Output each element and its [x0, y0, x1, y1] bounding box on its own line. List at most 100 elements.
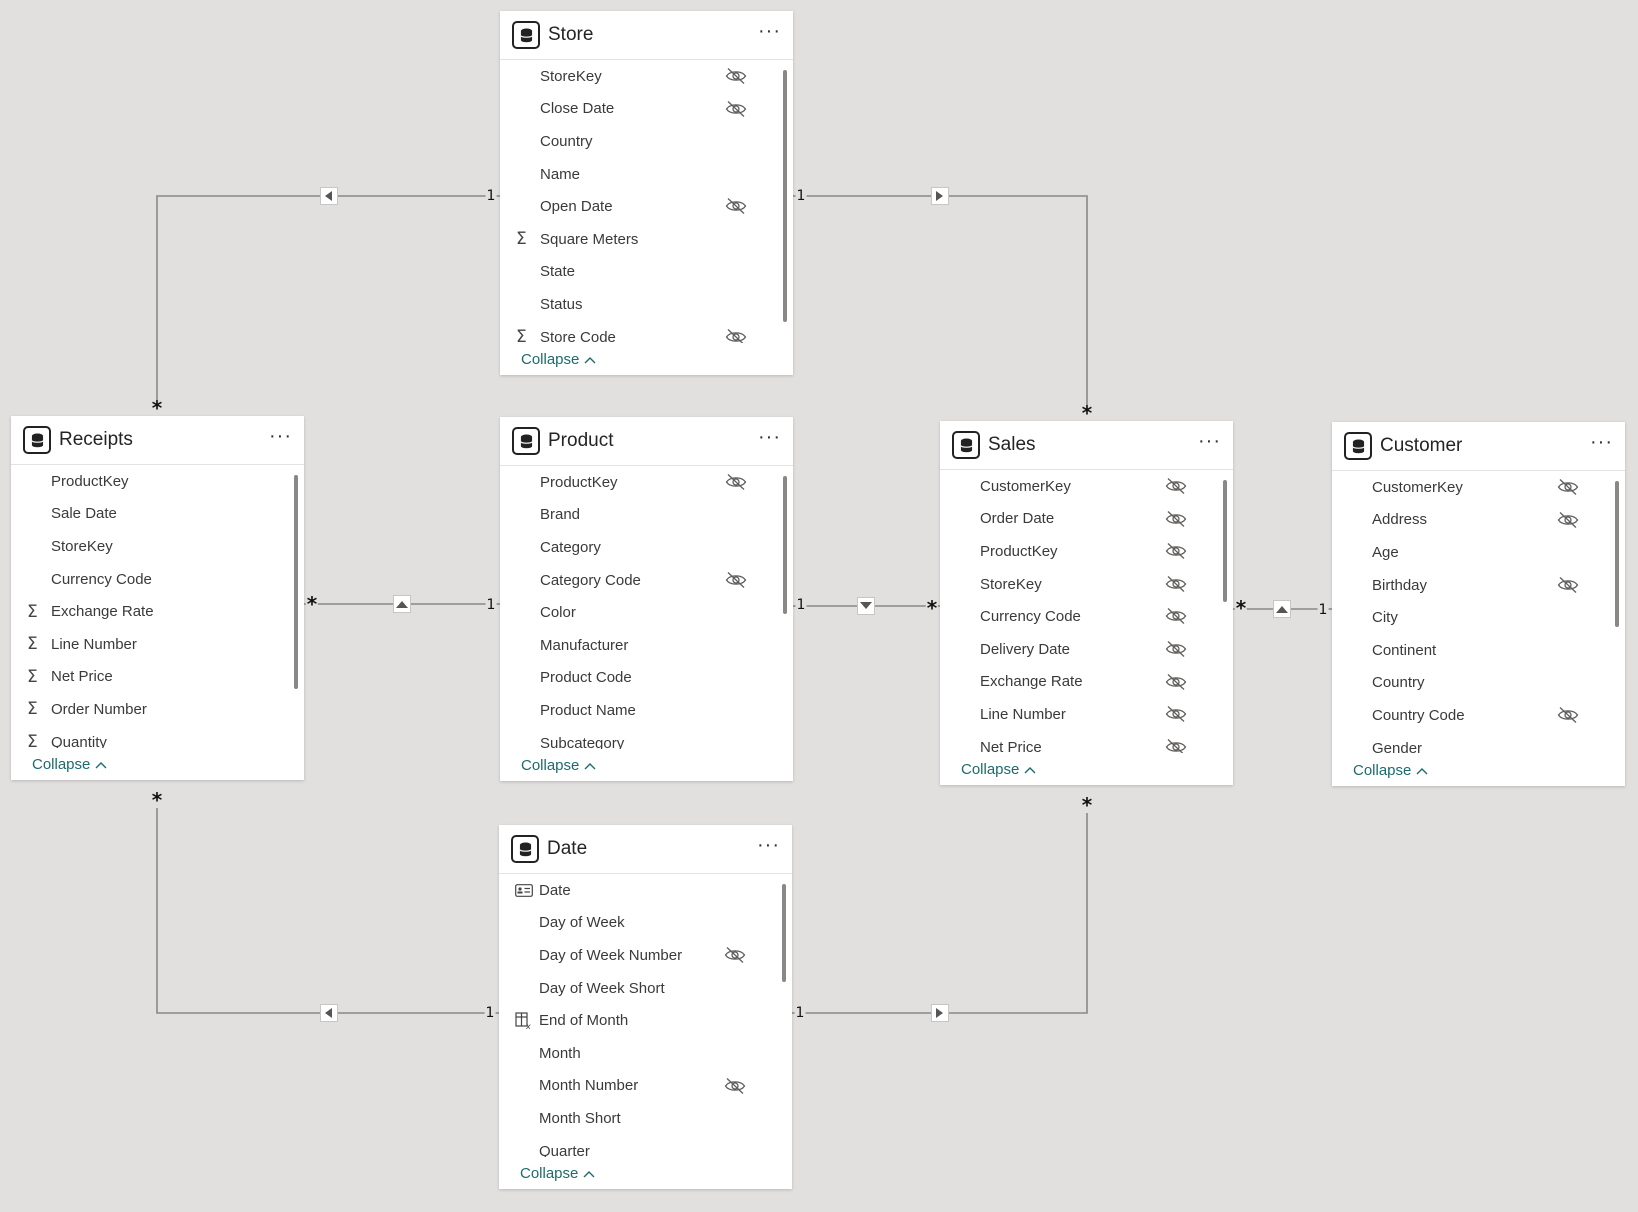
hidden-eye-icon[interactable] — [725, 100, 747, 118]
table-header[interactable]: Store ··· — [500, 11, 793, 60]
field-item[interactable]: Σ Exchange Rate — [11, 595, 304, 628]
field-item[interactable]: Σ Store Code — [500, 321, 793, 343]
table-card-sales[interactable]: Sales ··· CustomerKey Order Date ProductKey S… — [940, 421, 1233, 785]
hidden-eye-icon[interactable] — [724, 946, 746, 964]
hidden-eye-icon[interactable] — [1165, 673, 1187, 691]
scrollbar[interactable] — [294, 475, 298, 689]
field-item[interactable]: Country — [1332, 667, 1625, 700]
hidden-eye-icon[interactable] — [1165, 738, 1187, 753]
field-item[interactable]: Category — [500, 531, 793, 564]
scrollbar[interactable] — [783, 70, 787, 322]
hidden-eye-icon[interactable] — [1165, 575, 1187, 593]
filter-direction-up-icon[interactable] — [1273, 600, 1291, 618]
filter-direction-up-icon[interactable] — [393, 595, 411, 613]
field-list[interactable]: CustomerKey Address Age Birthday City Contine… — [1332, 471, 1625, 754]
hidden-eye-icon[interactable] — [724, 1077, 746, 1095]
field-list[interactable]: ProductKey Sale Date StoreKey Currency Code… — [11, 465, 304, 748]
hidden-eye-icon[interactable] — [1557, 478, 1579, 496]
filter-direction-left-icon[interactable] — [320, 187, 338, 205]
table-card-date[interactable]: Date ··· Date Day of Week Day of Week Number… — [499, 825, 792, 1189]
more-options-icon[interactable]: ··· — [269, 426, 292, 449]
more-options-icon[interactable]: ··· — [1198, 431, 1221, 454]
field-item[interactable]: Σ Net Price — [11, 661, 304, 694]
field-item[interactable]: Address — [1332, 504, 1625, 537]
collapse-link[interactable]: Collapse — [940, 753, 1233, 785]
field-item[interactable]: Σ Quantity — [11, 726, 304, 748]
table-header[interactable]: Receipts ··· — [11, 416, 304, 465]
scrollbar[interactable] — [1615, 481, 1619, 627]
field-item[interactable]: StoreKey — [940, 568, 1233, 601]
scrollbar[interactable] — [783, 476, 787, 614]
filter-direction-right-icon[interactable] — [931, 1004, 949, 1022]
scrollbar[interactable] — [782, 884, 786, 982]
field-item[interactable]: Quarter — [499, 1135, 792, 1157]
field-item[interactable]: Close Date — [500, 93, 793, 126]
table-header[interactable]: Product ··· — [500, 417, 793, 466]
field-item[interactable]: Color — [500, 596, 793, 629]
filter-direction-down-icon[interactable] — [857, 597, 875, 615]
hidden-eye-icon[interactable] — [1165, 477, 1187, 495]
field-item[interactable]: Month Number — [499, 1070, 792, 1103]
field-item[interactable]: Product Code — [500, 662, 793, 695]
field-item[interactable]: ProductKey — [940, 535, 1233, 568]
field-item[interactable]: Continent — [1332, 634, 1625, 667]
hidden-eye-icon[interactable] — [725, 67, 747, 85]
field-item[interactable]: Line Number — [940, 698, 1233, 731]
field-item[interactable]: Sale Date — [11, 498, 304, 531]
field-item[interactable]: Product Name — [500, 694, 793, 727]
field-item[interactable]: Day of Week Short — [499, 972, 792, 1005]
table-header[interactable]: Customer ··· — [1332, 422, 1625, 471]
field-item[interactable]: Country Code — [1332, 699, 1625, 732]
table-header[interactable]: Sales ··· — [940, 421, 1233, 470]
field-list[interactable]: Date Day of Week Day of Week Number Day of … — [499, 874, 792, 1157]
field-item[interactable]: Σ Order Number — [11, 693, 304, 726]
hidden-eye-icon[interactable] — [1165, 607, 1187, 625]
table-header[interactable]: Date ··· — [499, 825, 792, 874]
field-item[interactable]: Delivery Date — [940, 633, 1233, 666]
field-item[interactable]: Open Date — [500, 190, 793, 223]
table-card-store[interactable]: Store ··· StoreKey Close Date Country Name Ope… — [500, 11, 793, 375]
more-options-icon[interactable]: ··· — [757, 835, 780, 858]
model-canvas[interactable]: 1 * 1 * 1 * 1 * 1 * 1 * 1 * Store ··· Stor… — [0, 0, 1638, 1212]
collapse-link[interactable]: Collapse — [499, 1157, 792, 1189]
field-item[interactable]: Month Short — [499, 1102, 792, 1135]
field-item[interactable]: Currency Code — [11, 563, 304, 596]
field-item[interactable]: Status — [500, 288, 793, 321]
hidden-eye-icon[interactable] — [1165, 640, 1187, 658]
hidden-eye-icon[interactable] — [1557, 511, 1579, 529]
collapse-link[interactable]: Collapse — [1332, 754, 1625, 786]
field-list[interactable]: ProductKey Brand Category Category Code Colo… — [500, 466, 793, 749]
field-item[interactable]: Order Date — [940, 503, 1233, 536]
filter-direction-right-icon[interactable] — [931, 187, 949, 205]
hidden-eye-icon[interactable] — [1557, 576, 1579, 594]
filter-direction-left-icon[interactable] — [320, 1004, 338, 1022]
collapse-link[interactable]: Collapse — [11, 748, 304, 780]
field-item[interactable]: Date — [499, 874, 792, 907]
field-item[interactable]: ProductKey — [11, 465, 304, 498]
more-options-icon[interactable]: ··· — [758, 427, 781, 450]
more-options-icon[interactable]: ··· — [758, 21, 781, 44]
field-item[interactable]: x End of Month — [499, 1004, 792, 1037]
field-item[interactable]: Σ Square Meters — [500, 223, 793, 256]
field-list[interactable]: CustomerKey Order Date ProductKey StoreKey C… — [940, 470, 1233, 753]
field-item[interactable]: City — [1332, 601, 1625, 634]
hidden-eye-icon[interactable] — [725, 328, 747, 343]
more-options-icon[interactable]: ··· — [1590, 432, 1613, 455]
hidden-eye-icon[interactable] — [1165, 542, 1187, 560]
field-item[interactable]: Country — [500, 125, 793, 158]
hidden-eye-icon[interactable] — [1165, 705, 1187, 723]
field-item[interactable]: Category Code — [500, 564, 793, 597]
field-item[interactable]: Σ Line Number — [11, 628, 304, 661]
field-item[interactable]: Month — [499, 1037, 792, 1070]
field-item[interactable]: Manufacturer — [500, 629, 793, 662]
field-item[interactable]: State — [500, 256, 793, 289]
hidden-eye-icon[interactable] — [725, 473, 747, 491]
field-item[interactable]: Brand — [500, 499, 793, 532]
hidden-eye-icon[interactable] — [725, 571, 747, 589]
field-item[interactable]: ProductKey — [500, 466, 793, 499]
field-item[interactable]: Age — [1332, 536, 1625, 569]
hidden-eye-icon[interactable] — [1165, 510, 1187, 528]
scrollbar[interactable] — [1223, 480, 1227, 602]
field-item[interactable]: Day of Week Number — [499, 939, 792, 972]
field-item[interactable]: CustomerKey — [1332, 471, 1625, 504]
